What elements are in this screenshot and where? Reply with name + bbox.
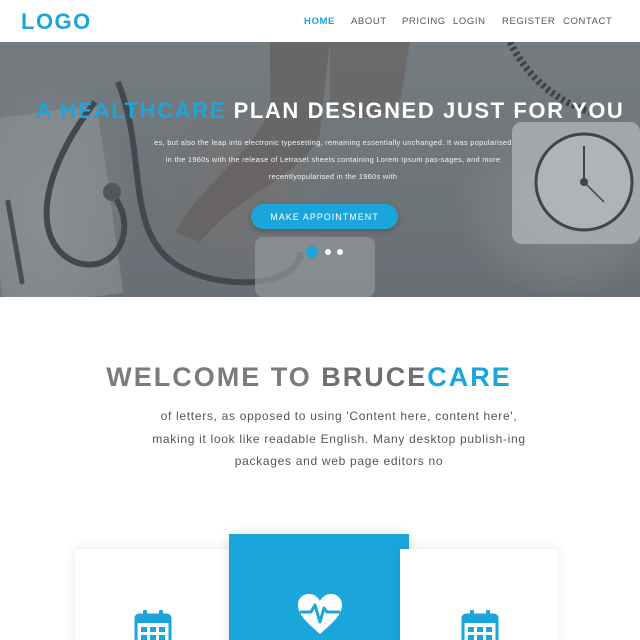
slider-dots (306, 246, 356, 258)
nav-pricing[interactable]: PRICING (402, 16, 446, 27)
slider-dot-3[interactable] (337, 249, 343, 255)
make-appointment-button[interactable]: MAKE APPOINTMENT (251, 204, 398, 229)
calendar-icon (134, 610, 172, 640)
hero-title-accent: A HEALTHCARE (35, 98, 226, 123)
hero-title-rest: PLAN DESIGNED JUST FOR YOU (225, 98, 625, 123)
heart-pulse-icon (298, 594, 342, 634)
main-nav: HOME ABOUT PRICING LOGIN REGISTER CONTAC… (0, 16, 640, 28)
slider-dot-1[interactable] (306, 246, 318, 258)
nav-register[interactable]: REGISTER (502, 16, 555, 27)
nav-home[interactable]: HOME (304, 16, 335, 27)
welcome-title-brand: BRUCE (321, 362, 428, 392)
nav-about[interactable]: ABOUT (351, 16, 387, 27)
landing-page: LOGO HOME ABOUT PRICING LOGIN REGISTER C… (0, 0, 640, 640)
hero-banner: A HEALTHCARE PLAN DESIGNED JUST FOR YOU … (0, 42, 640, 297)
welcome-description: of letters, as opposed to using 'Content… (152, 409, 526, 468)
nav-contact[interactable]: CONTACT (563, 16, 612, 27)
slider-dot-2[interactable] (325, 249, 331, 255)
hero-description: es, but also the leap into electronic ty… (154, 138, 512, 181)
site-header: LOGO HOME ABOUT PRICING LOGIN REGISTER C… (0, 0, 640, 42)
hero-title: A HEALTHCARE PLAN DESIGNED JUST FOR YOU (0, 98, 640, 124)
welcome-title: WELCOME TO BRUCECARE (0, 362, 618, 393)
welcome-title-brand-accent: CARE (427, 362, 512, 392)
nav-login[interactable]: LOGIN (453, 16, 486, 27)
feature-card-health[interactable] (229, 534, 409, 640)
welcome-title-prefix: WELCOME TO (106, 362, 322, 392)
feature-card-appointments[interactable] (400, 549, 558, 640)
feature-card-schedule[interactable] (75, 549, 233, 640)
calendar-icon (461, 610, 499, 640)
